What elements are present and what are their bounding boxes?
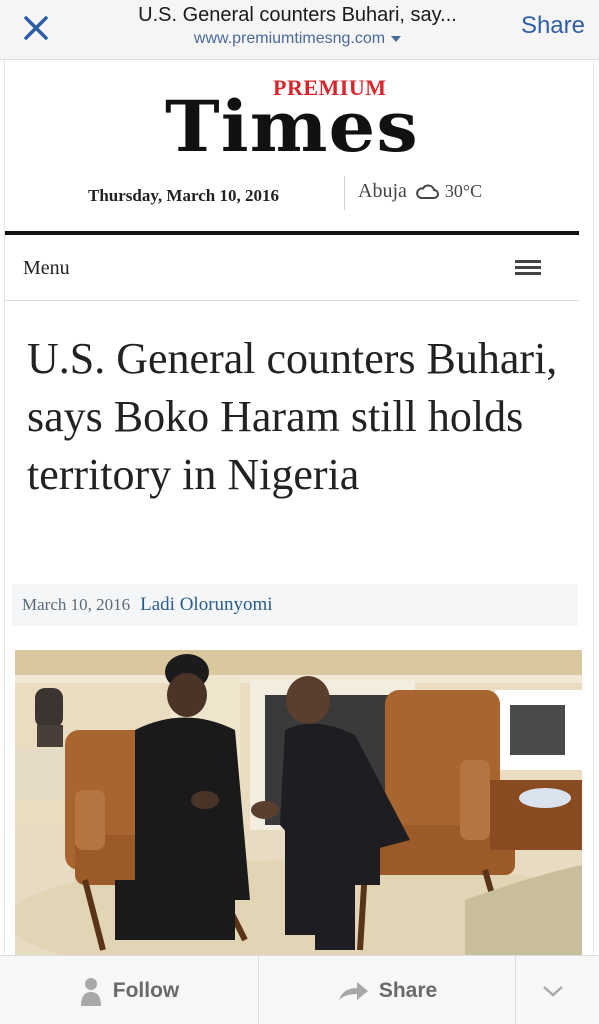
hamburger-icon[interactable]: [515, 260, 541, 276]
close-button[interactable]: [18, 10, 54, 46]
caret-down-icon: [391, 35, 402, 42]
share-button-top[interactable]: Share: [521, 12, 585, 40]
logo-times-text: Times: [165, 85, 419, 168]
article-photo: [15, 650, 582, 955]
weather-temperature: 30°C: [444, 181, 483, 201]
follow-label: Follow: [112, 978, 180, 1002]
share-button-bottom[interactable]: Share: [259, 956, 515, 1024]
date-divider: [344, 176, 345, 210]
menu-label: Menu: [23, 257, 70, 279]
premium-times-logo[interactable]: PREMIUM Times: [165, 75, 435, 168]
cloud-icon: [416, 184, 439, 199]
page-right-edge: [593, 60, 594, 955]
browser-top-bar: U.S. General counters Buhari, say... www…: [0, 0, 599, 60]
person-icon: [80, 977, 101, 1006]
weather-city: Abuja: [358, 180, 407, 202]
more-options-button[interactable]: [516, 956, 599, 1024]
article-headline: U.S. General counters Buhari, says Boko …: [27, 334, 558, 499]
share-label: Share: [378, 978, 438, 1002]
menu-bar[interactable]: Menu: [5, 235, 579, 301]
weather-widget: Abuja 30°C: [358, 180, 482, 203]
current-date: Thursday, March 10, 2016: [88, 186, 279, 205]
chevron-down-icon: [542, 985, 563, 997]
article-byline: March 10, 2016 Ladi Olorunyomi: [12, 584, 578, 626]
article-date: March 10, 2016: [22, 595, 131, 614]
url-dropdown[interactable]: www.premiumtimesng.com: [95, 30, 500, 48]
page-left-edge: [4, 60, 5, 955]
url-text: www.premiumtimesng.com: [193, 30, 386, 47]
close-icon: [24, 16, 48, 40]
article-author-link[interactable]: Ladi Olorunyomi: [140, 594, 272, 616]
share-arrow-icon: [338, 981, 368, 1000]
bottom-toolbar: Follow Share: [0, 955, 599, 1024]
page-title: U.S. General counters Buhari, say...: [138, 4, 457, 26]
follow-button[interactable]: Follow: [0, 956, 258, 1024]
